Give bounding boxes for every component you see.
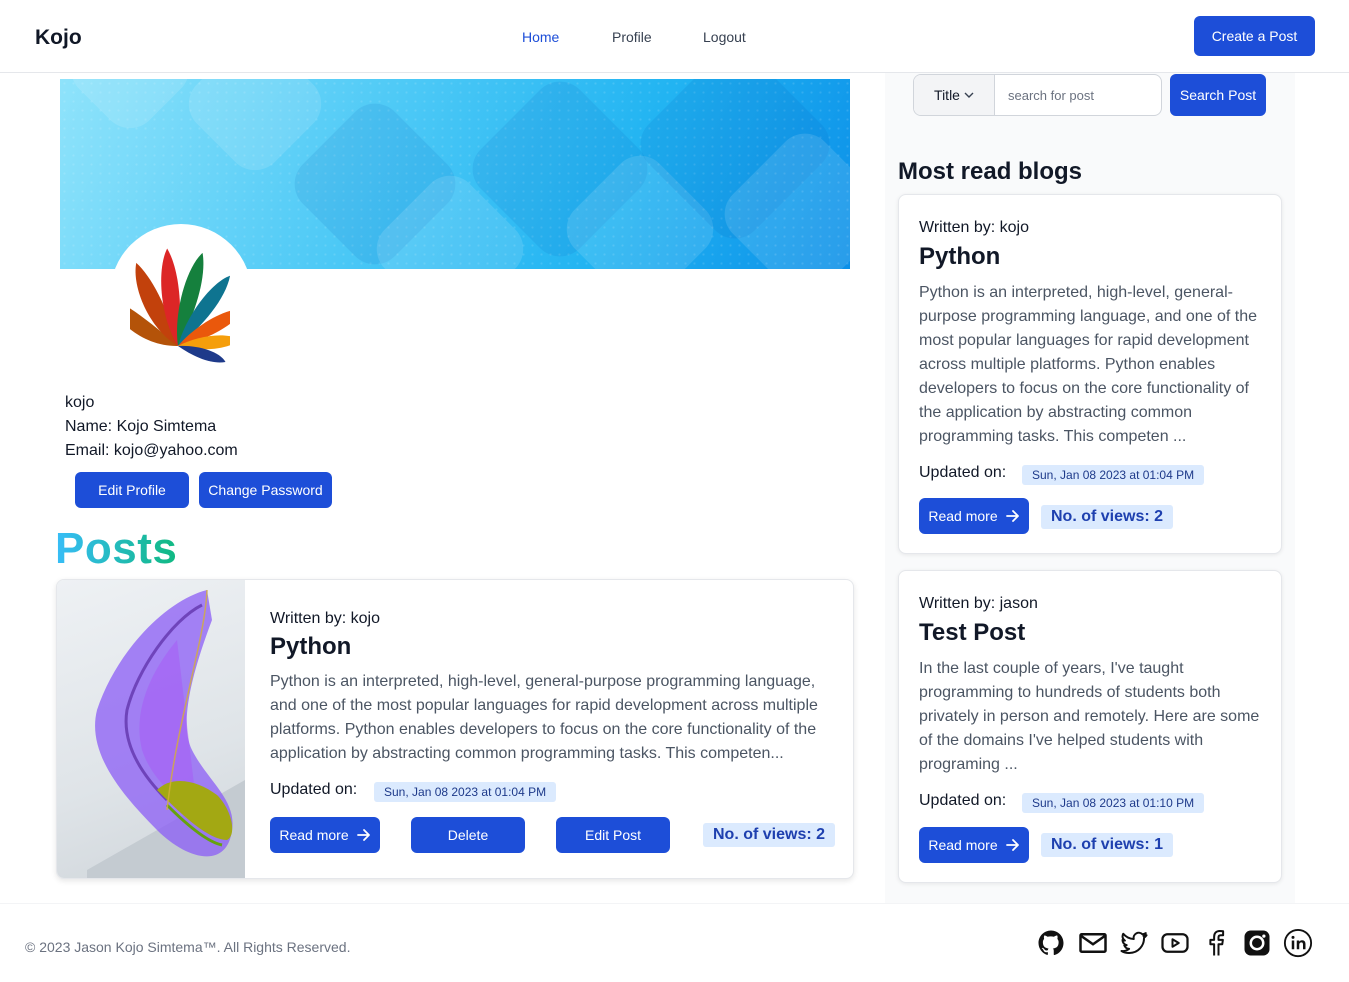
search-group: Title xyxy=(913,74,1162,116)
arrow-right-icon xyxy=(1005,510,1019,522)
edit-profile-button[interactable]: Edit Profile xyxy=(75,472,189,508)
card-updated-label: Updated on: xyxy=(919,464,1007,481)
profile-avatar xyxy=(110,224,252,376)
feathers-image xyxy=(130,248,230,363)
facebook-icon[interactable] xyxy=(1199,926,1233,960)
footer: © 2023 Jason Kojo Simtema™. All Rights R… xyxy=(0,903,1349,982)
card-author: Written by: jason xyxy=(919,595,1038,612)
brand-logo[interactable]: Kojo xyxy=(35,26,82,50)
post-read-more-button[interactable]: Read more xyxy=(270,817,380,853)
search-input[interactable] xyxy=(996,75,1161,115)
youtube-icon[interactable] xyxy=(1158,926,1192,960)
search-post-button[interactable]: Search Post xyxy=(1170,74,1266,116)
post-author: Written by: kojo xyxy=(270,610,380,627)
twitter-icon[interactable] xyxy=(1117,926,1151,960)
github-icon[interactable] xyxy=(1034,926,1068,960)
linkedin-icon[interactable] xyxy=(1281,926,1315,960)
instagram-icon[interactable] xyxy=(1240,926,1274,960)
most-read-heading: Most read blogs xyxy=(898,158,1083,185)
profile-email: Email: kojo@yahoo.com xyxy=(65,442,238,459)
search-filter-label: Title xyxy=(934,87,960,103)
card-date-badge: Sun, Jan 08 2023 at 01:04 PM xyxy=(1022,465,1205,485)
feather-image xyxy=(87,589,245,878)
profile-name: Name: Kojo Simtema xyxy=(65,418,217,435)
post-title[interactable]: Python xyxy=(270,633,351,661)
read-more-label: Read more xyxy=(279,827,349,843)
posts-heading: Posts xyxy=(55,524,178,573)
arrow-right-icon xyxy=(356,829,370,841)
create-post-button[interactable]: Create a Post xyxy=(1194,16,1315,56)
card-date-badge: Sun, Jan 08 2023 at 01:10 PM xyxy=(1022,793,1205,813)
edit-post-button[interactable]: Edit Post xyxy=(556,817,670,853)
nav-logout-link[interactable]: Logout xyxy=(703,29,746,45)
nav-profile-link[interactable]: Profile xyxy=(612,29,652,45)
most-read-card: Written by: jason Test Post In the last … xyxy=(898,570,1282,883)
post-thumbnail xyxy=(57,580,245,878)
post-updated-label: Updated on: xyxy=(270,781,358,798)
post-excerpt: Python is an interpreted, high-level, ge… xyxy=(270,673,818,762)
arrow-right-icon xyxy=(1005,839,1019,851)
chevron-down-icon xyxy=(964,92,974,98)
post-date-badge: Sun, Jan 08 2023 at 01:04 PM xyxy=(374,782,557,802)
card-excerpt: Python is an interpreted, high-level, ge… xyxy=(919,284,1258,445)
profile-username: kojo xyxy=(65,394,95,411)
card-title[interactable]: Test Post xyxy=(919,619,1025,647)
post-card: Written by: kojo Python Python is an int… xyxy=(56,579,854,879)
change-password-button[interactable]: Change Password xyxy=(199,472,332,508)
card-title[interactable]: Python xyxy=(919,243,1000,271)
post-views-badge: No. of views: 2 xyxy=(703,823,836,847)
card-views-badge: No. of views: 1 xyxy=(1041,833,1174,857)
search-filter-select[interactable]: Title xyxy=(914,75,995,115)
mail-icon[interactable] xyxy=(1076,926,1110,960)
delete-post-button[interactable]: Delete xyxy=(411,817,525,853)
card-views-badge: No. of views: 2 xyxy=(1041,505,1174,529)
nav-home-link[interactable]: Home xyxy=(522,29,559,45)
card-author: Written by: kojo xyxy=(919,219,1029,236)
read-more-label: Read more xyxy=(928,508,998,524)
card-excerpt: In the last couple of years, I've taught… xyxy=(919,660,1260,773)
card-read-more-button[interactable]: Read more xyxy=(919,498,1029,534)
copyright-text: © 2023 Jason Kojo Simtema™. All Rights R… xyxy=(25,939,351,955)
most-read-card: Written by: kojo Python Python is an int… xyxy=(898,194,1282,554)
card-read-more-button[interactable]: Read more xyxy=(919,827,1029,863)
card-updated-label: Updated on: xyxy=(919,792,1007,809)
navbar: Kojo Home Profile Logout Create a Post xyxy=(0,0,1349,73)
read-more-label: Read more xyxy=(928,837,998,853)
